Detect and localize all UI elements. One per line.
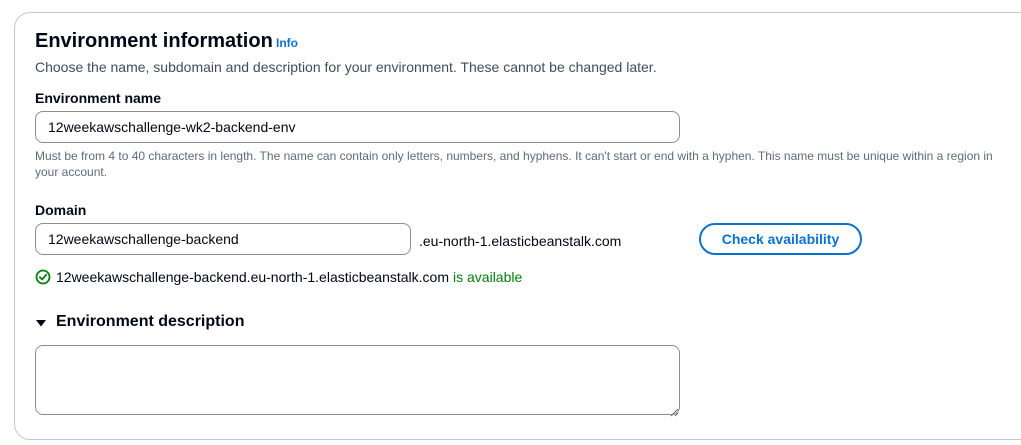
domain-availability-status: 12weekawschallenge-backend.eu-north-1.el… — [35, 268, 522, 286]
caret-down-icon — [35, 316, 47, 328]
environment-description-textarea[interactable] — [35, 345, 680, 415]
environment-name-constraint: Must be from 4 to 40 characters in lengt… — [35, 149, 993, 179]
section-title: Environment information — [35, 30, 273, 52]
info-link[interactable]: Info — [276, 36, 298, 50]
check-circle-icon — [35, 269, 51, 285]
section-description: Choose the name, subdomain and descripti… — [35, 59, 657, 75]
environment-description-label: Environment description — [56, 313, 245, 330]
available-domain-text: 12weekawschallenge-backend.eu-north-1.el… — [56, 269, 450, 285]
environment-name-input[interactable]: 12weekawschallenge-wk2-backend-env — [35, 111, 680, 143]
domain-label: Domain — [35, 202, 87, 218]
environment-name-label: Environment name — [35, 90, 162, 106]
available-status-text: is available — [453, 269, 523, 285]
domain-suffix: .eu-north-1.elasticbeanstalk.com — [419, 233, 622, 249]
environment-description-expander[interactable]: Environment description — [35, 312, 244, 332]
domain-input[interactable]: 12weekawschallenge-backend — [35, 223, 411, 255]
resize-handle-icon[interactable] — [670, 404, 679, 417]
check-availability-button[interactable]: Check availability — [699, 223, 862, 255]
